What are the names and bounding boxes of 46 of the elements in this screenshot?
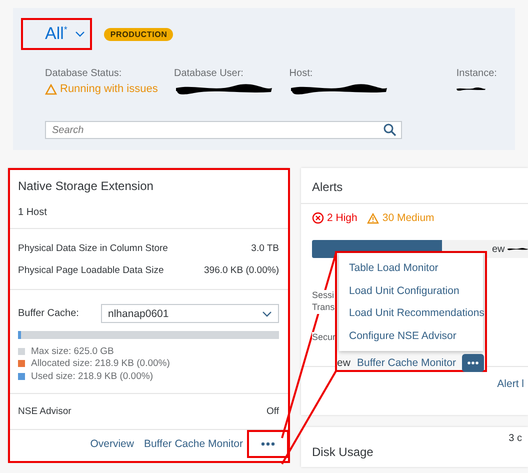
host-count: 1 Host	[8, 193, 289, 229]
disk-summary: 3 c	[508, 433, 522, 446]
search-icon[interactable]	[383, 123, 397, 137]
field-label: Host:	[289, 68, 314, 79]
link-fragment: ew	[337, 357, 352, 369]
alert-count[interactable]: 2 High	[327, 212, 358, 224]
more-icon	[467, 361, 479, 365]
footer-link[interactable]: Overview	[90, 438, 134, 450]
field-label: Instance:	[456, 68, 498, 79]
scope-dropdown[interactable]: All$^{*}$	[23, 20, 90, 48]
metric-label: Physical Data Size in Column Store	[18, 242, 168, 254]
menu-item[interactable]: Load Unit Configuration	[339, 280, 483, 302]
bar-label: ew	[492, 244, 505, 254]
chevron-down-icon	[75, 31, 86, 37]
field-label: Database Status:	[45, 68, 123, 79]
legend-text: Allocated size: 218.9 KB (0.00%)	[31, 358, 170, 370]
host-select[interactable]: nlhanap0601	[101, 304, 279, 323]
more-button[interactable]	[462, 354, 484, 372]
chevron-down-icon	[262, 310, 272, 316]
warning-icon	[45, 84, 57, 94]
metric-value: 396.0 KB (0.00%)	[204, 264, 279, 276]
footer-link[interactable]: Buffer Cache Monitor	[144, 438, 243, 450]
legend-text: Used size: 218.9 KB (0.00%)	[31, 370, 153, 382]
metric-value: 3.0 TB	[251, 242, 279, 254]
warning-icon	[367, 212, 380, 224]
advisor-value: Off	[266, 406, 279, 416]
row-label: Trans	[312, 302, 335, 314]
advisor-label: NSE Advisor	[18, 406, 72, 416]
status-value: Running with issues	[60, 83, 158, 95]
alerts-link[interactable]: Alert l	[497, 378, 524, 390]
menu-item[interactable]: Table Load Monitor	[339, 257, 483, 280]
row-label: Sessi	[312, 290, 334, 302]
footer-link[interactable]: Buffer Cache Monitor	[357, 357, 462, 369]
menu-item[interactable]: Load Unit Recommendations	[339, 302, 483, 324]
legend-text: Max size: 625.0 GB	[31, 346, 114, 357]
environment-badge: PRODUCTION	[104, 28, 174, 40]
card-title: Native Storage Extension	[17, 178, 154, 193]
field-label: Database User:	[174, 68, 244, 79]
error-icon	[312, 212, 324, 224]
search-field[interactable]: Search	[45, 121, 402, 139]
more-icon	[261, 442, 275, 446]
card-title: Disk Usage	[312, 445, 374, 461]
card-title: Alerts	[301, 168, 528, 204]
menu-item[interactable]: Configure NSE Advisor	[339, 324, 483, 347]
metric-label: Physical Page Loadable Data Size	[18, 264, 164, 276]
buffer-cache-label: Buffer Cache:	[18, 308, 80, 319]
